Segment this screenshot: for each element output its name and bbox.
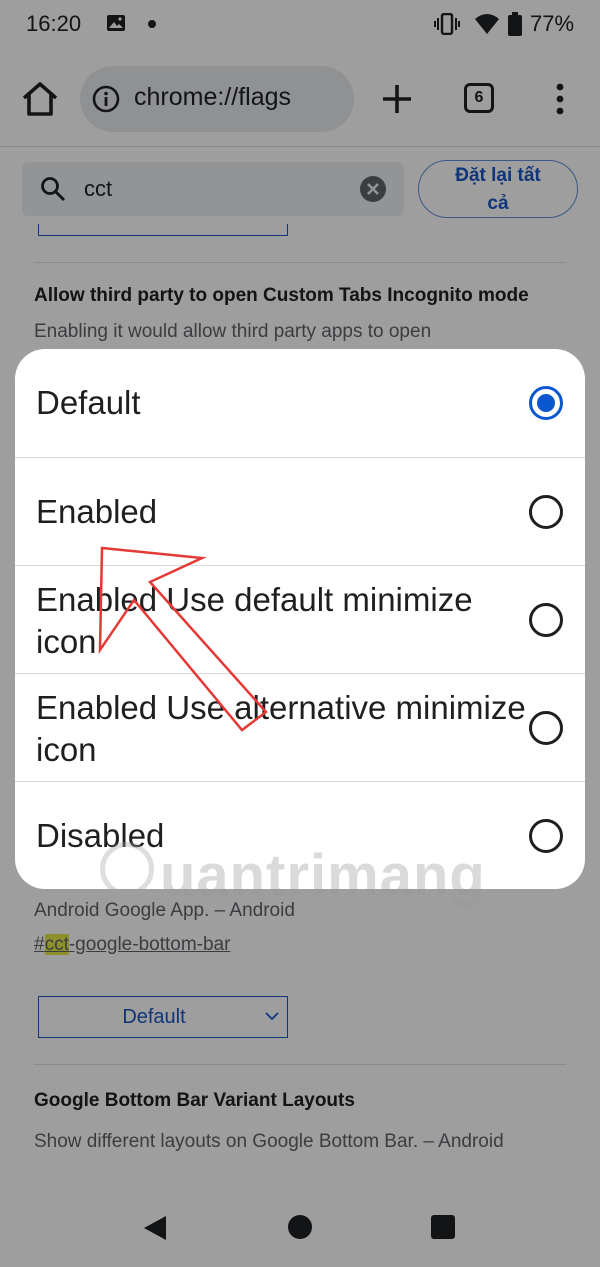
watermark-logo-icon [100, 842, 154, 896]
radio-unchecked-icon[interactable] [529, 711, 563, 745]
option-label: Enabled [36, 493, 158, 530]
radio-unchecked-icon[interactable] [529, 603, 563, 637]
option-enabled-alternative-minimize[interactable]: Enabled Use alternative minimize icon [15, 673, 585, 781]
option-label: Enabled Use default minimize icon [36, 581, 473, 660]
option-enabled[interactable]: Enabled [15, 457, 585, 565]
radio-unchecked-icon[interactable] [529, 819, 563, 853]
radio-checked-icon[interactable] [529, 386, 563, 420]
option-label: Enabled Use alternative minimize icon [36, 689, 526, 768]
option-default[interactable]: Default [15, 349, 585, 457]
radio-unchecked-icon[interactable] [529, 495, 563, 529]
option-label: Default [36, 384, 141, 421]
option-enabled-default-minimize[interactable]: Enabled Use default minimize icon [15, 565, 585, 673]
watermark-text: uantrimang [160, 843, 486, 908]
flag-options-dialog: Default Enabled Enabled Use default mini… [15, 349, 585, 889]
